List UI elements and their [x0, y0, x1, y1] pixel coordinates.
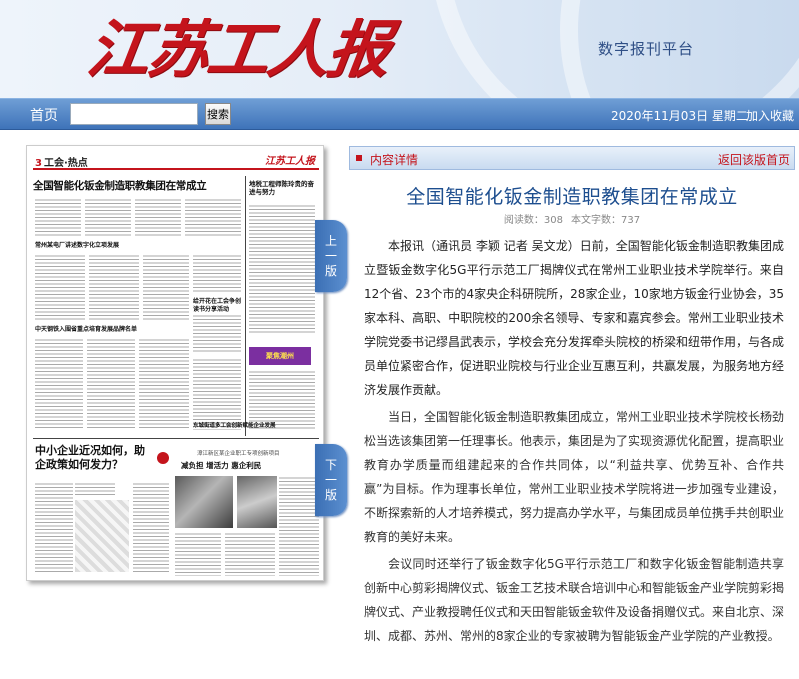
page-illustration: [75, 500, 129, 572]
search-button[interactable]: 搜索: [205, 103, 231, 125]
page-photo[interactable]: [175, 476, 233, 528]
page-photo[interactable]: [237, 476, 277, 528]
page-feature-title[interactable]: 中小企业近况如何，助企政策如何发力？: [35, 444, 155, 472]
tab-char: 一: [324, 248, 337, 263]
nav-bar: 首页 搜索 2020年11月03日 星期二 加入收藏: [0, 98, 799, 130]
text-block: [89, 254, 139, 320]
text-block: [35, 254, 85, 320]
text-block: [193, 254, 241, 294]
text-block: [35, 338, 83, 430]
add-favorite-link[interactable]: 加入收藏: [746, 107, 794, 124]
article-header-bar: 内容详情 返回该版首页: [349, 146, 795, 170]
text-block: [35, 198, 81, 238]
word-count: 本文字数：737: [571, 215, 641, 226]
text-block: [143, 254, 189, 320]
edition-label: 3 工会·热点: [35, 158, 88, 169]
page-story-area[interactable]: 东城街道多工会创新赋能企业发展: [193, 422, 321, 430]
site-logo[interactable]: 江苏工人报: [82, 10, 393, 90]
text-block: [185, 198, 241, 238]
tab-char: 上: [324, 233, 337, 248]
text-block: [193, 358, 241, 430]
home-link[interactable]: 首页: [30, 105, 58, 125]
article-paragraph: 当日，全国智能化钣金制造职教集团成立，常州工业职业技术学院校长杨劲松当选该集团第…: [364, 410, 784, 544]
tab-char: 下: [324, 457, 337, 472]
section-divider: [33, 438, 319, 439]
article-paragraph: 本报讯（通讯员 李颖 记者 吴文龙）日前，全国智能化钣金制造职教集团成立暨钣金数…: [364, 239, 784, 397]
page-marker: [157, 452, 169, 464]
square-bullet-icon: [356, 155, 362, 161]
text-block: [175, 532, 221, 576]
text-block: [133, 482, 169, 574]
page-right-story-area[interactable]: 地税工程师陈玲贵的奋进与努力: [249, 180, 319, 196]
page-story-area[interactable]: 中天钢铁入围省重点培育发展品牌名单: [35, 326, 185, 334]
site-banner: 江苏工人报 数字报刊平台: [0, 0, 799, 98]
text-block: [193, 314, 241, 354]
tab-char: 版: [324, 263, 337, 278]
page-feature-kicker: 漳江新区某企业职工专项创新项目: [197, 451, 280, 457]
text-block: [135, 198, 181, 238]
next-page-tab[interactable]: 下 一 版: [315, 444, 347, 516]
text-block: [35, 482, 73, 574]
text-block: [139, 338, 189, 430]
text-block: [225, 532, 275, 576]
text-block: [85, 198, 131, 238]
page-masthead: 江苏工人报: [265, 156, 315, 167]
tab-char: 一: [324, 472, 337, 487]
article-body: 本报讯（通讯员 李颖 记者 吴文龙）日前，全国智能化钣金制造职教集团成立暨钣金数…: [364, 234, 784, 679]
page-feature-subtitle[interactable]: 减负担 增活力 惠企利民: [181, 460, 261, 471]
text-block: [87, 338, 135, 430]
previous-page-tab[interactable]: 上 一 版: [315, 220, 347, 292]
page-ad[interactable]: 聚焦潮州: [249, 347, 311, 365]
article-title: 全国智能化钣金制造职教集团在常成立: [406, 186, 738, 208]
newspaper-page[interactable]: 3 工会·热点 江苏工人报 全国智能化钣金制造职教集团在常成立 地税工程师陈玲贵的…: [26, 145, 324, 581]
page-headline-area[interactable]: 全国智能化钣金制造职教集团在常成立: [33, 178, 243, 193]
text-block: [279, 476, 319, 576]
text-block: [75, 482, 115, 496]
current-date: 2020年11月03日 星期二: [611, 109, 748, 123]
read-count: 阅读数：308: [503, 215, 563, 226]
platform-label: 数字报刊平台: [598, 40, 695, 58]
content-detail-label: 内容详情: [370, 153, 419, 167]
search-input[interactable]: [70, 103, 198, 125]
column-divider: [245, 176, 246, 436]
page-story-area[interactable]: 常州某电厂讲述数字化立项发展: [35, 242, 145, 250]
tab-char: 版: [324, 487, 337, 502]
page-header: 3 工会·热点 江苏工人报: [33, 154, 319, 170]
article-meta: 阅读数：308 本文字数：737: [349, 211, 795, 226]
article-paragraph: 会议同时还举行了钣金数字化5G平行示范工厂和数字化钣金智能制造共享创新中心剪彩揭…: [364, 557, 784, 643]
text-block: [249, 370, 315, 430]
text-block: [249, 204, 315, 334]
back-to-page-link[interactable]: 返回该版首页: [718, 151, 790, 168]
page-story-area[interactable]: 给开花在工会争创读书分享活动: [193, 298, 243, 314]
